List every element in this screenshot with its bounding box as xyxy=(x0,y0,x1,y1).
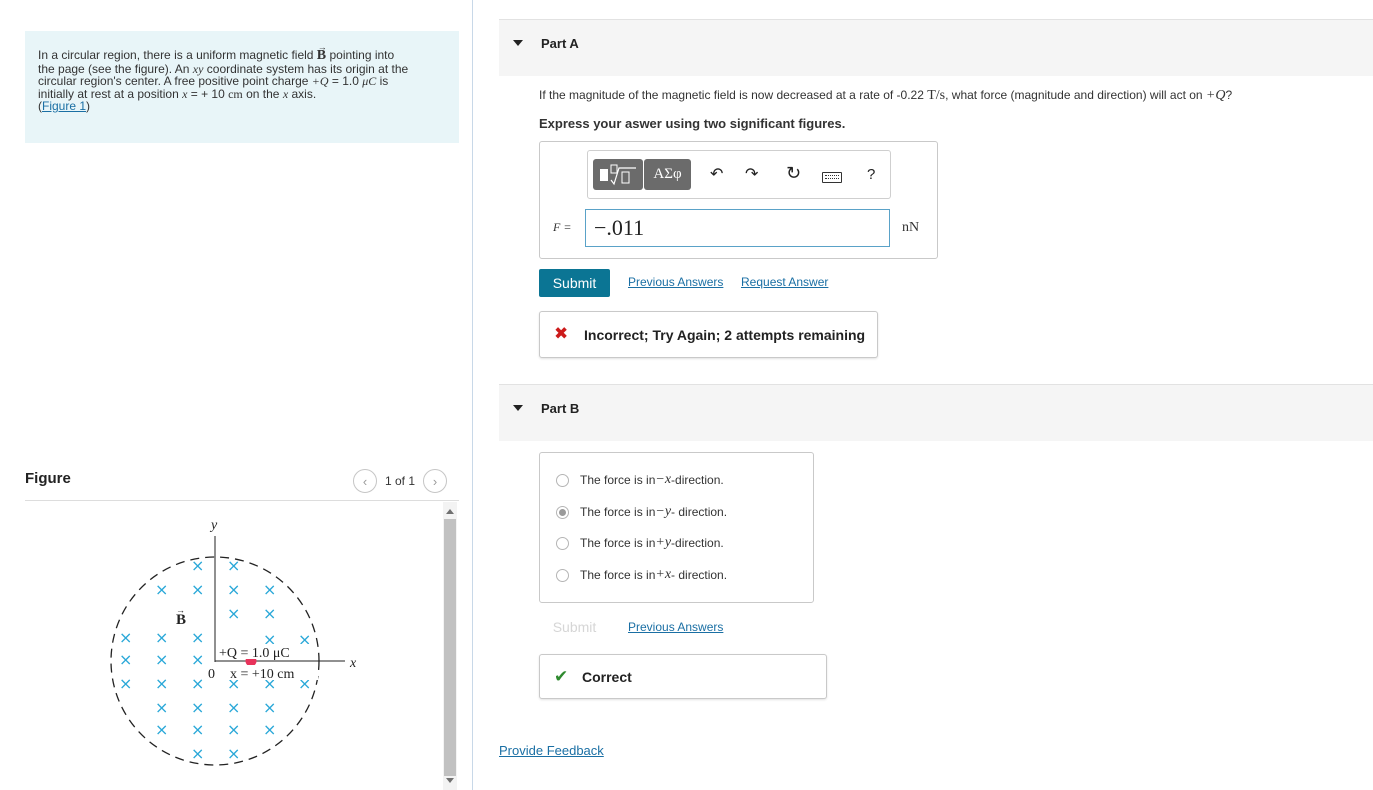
scroll-down-icon[interactable] xyxy=(446,778,454,783)
figure-title: Figure xyxy=(25,470,71,487)
options-list: The force is in −x -direction. The force … xyxy=(539,452,814,603)
position-label: x = +10 cm xyxy=(230,667,295,682)
field-cross-mark: × xyxy=(227,744,240,763)
charge-label: +Q = 1.0 μC xyxy=(219,646,290,661)
checkmark-icon: ✔ xyxy=(554,667,569,686)
field-cross-mark: × xyxy=(191,556,204,575)
answer-input[interactable]: −.011 xyxy=(585,209,890,247)
pager-count: 1 of 1 xyxy=(385,474,416,488)
answer-unit: nN xyxy=(902,220,920,235)
field-cross-mark: × xyxy=(155,720,168,739)
problem-pane: In a circular region, there is a uniform… xyxy=(0,0,472,790)
submit-button-part-a[interactable]: Submit xyxy=(539,269,610,297)
reset-icon[interactable]: ↻ xyxy=(786,163,801,183)
field-cross-mark: × xyxy=(227,698,240,717)
feedback-text: Correct xyxy=(582,669,632,685)
unit-uc: μC xyxy=(362,74,377,88)
option-neg-y[interactable]: The force is in −y - direction. xyxy=(556,503,727,521)
template-button[interactable] xyxy=(593,159,643,190)
field-cross-mark: × xyxy=(155,650,168,669)
field-cross-mark: × xyxy=(191,744,204,763)
template-icon xyxy=(600,164,636,185)
field-cross-mark: × xyxy=(191,580,204,599)
greek-symbols-button[interactable]: ΑΣφ xyxy=(644,159,691,190)
incorrect-feedback: ✖ Incorrect; Try Again; 2 attempts remai… xyxy=(539,311,878,358)
figure-link[interactable]: Figure 1 xyxy=(42,99,86,113)
field-cross-mark: × xyxy=(263,698,276,717)
option-pos-y[interactable]: The force is in +y -direction. xyxy=(556,534,724,552)
radio-button[interactable] xyxy=(556,568,569,582)
close-icon: ✖ xyxy=(554,324,569,343)
figure-image: × × × × × × × × × × × × × × × × × × × × × × × × × × × × × × × × y x 0 B… xyxy=(25,502,440,790)
unit-cm: cm xyxy=(228,86,243,101)
figure-scrollbar[interactable] xyxy=(443,502,457,790)
caret-down-icon[interactable] xyxy=(513,40,523,46)
part-a-title: Part A xyxy=(541,36,579,51)
scroll-up-icon[interactable] xyxy=(446,509,454,514)
scroll-thumb[interactable] xyxy=(444,519,456,776)
field-cross-mark: × xyxy=(191,628,204,647)
field-cross-mark: × xyxy=(191,650,204,669)
field-cross-mark: × xyxy=(191,720,204,739)
problem-intro: In a circular region, there is a uniform… xyxy=(25,31,459,143)
provide-feedback-link[interactable]: Provide Feedback xyxy=(499,743,604,758)
help-button[interactable]: ? xyxy=(867,165,875,185)
pane-divider xyxy=(472,0,473,790)
option-neg-x[interactable]: The force is in −x -direction. xyxy=(556,471,724,489)
field-cross-mark: × xyxy=(263,720,276,739)
figure-pager: ‹ 1 of 1 › xyxy=(353,469,448,493)
field-cross-mark: × xyxy=(155,674,168,693)
previous-answers-link-part-a[interactable]: Previous Answers xyxy=(628,275,723,289)
answer-panel: ΑΣφ ↶ ↷ ↻ ? F = −.011 nN xyxy=(539,141,938,259)
field-cross-mark: × xyxy=(155,698,168,717)
option-pos-x[interactable]: The force is in +x - direction. xyxy=(556,566,727,584)
undo-icon[interactable]: ↶ xyxy=(710,165,723,185)
origin-label: 0 xyxy=(208,667,215,682)
radio-button[interactable] xyxy=(556,473,569,487)
field-cross-mark: × xyxy=(191,674,204,693)
radio-button-selected[interactable] xyxy=(556,505,569,519)
chevron-left-icon[interactable]: ‹ xyxy=(353,469,377,493)
math-toolbar: ΑΣφ ↶ ↷ ↻ ? xyxy=(587,150,891,199)
y-axis-label: y xyxy=(209,518,218,533)
keyboard-icon[interactable] xyxy=(822,172,842,183)
magnetic-field-diagram: × ×× × × ×× ×× × ×× × ×× × × ×× × × ×× × × ×× ×× ×× × y x 0 B… xyxy=(110,518,357,766)
feedback-text: Incorrect; Try Again; 2 attempts remaini… xyxy=(584,327,866,343)
part-b-header[interactable]: Part B xyxy=(499,384,1373,441)
figure-divider xyxy=(25,500,459,501)
field-cross-mark: × xyxy=(119,674,132,693)
field-cross-mark: × xyxy=(227,720,240,739)
chevron-right-icon[interactable]: › xyxy=(423,469,448,493)
caret-down-icon[interactable] xyxy=(513,405,523,411)
field-cross-mark: × xyxy=(155,580,168,599)
submit-button-part-b: Submit xyxy=(539,613,610,641)
answer-label: F = xyxy=(553,220,572,234)
part-a-instruction: Express your aswer using two significant… xyxy=(539,116,846,131)
answer-value: −.011 xyxy=(594,215,645,240)
intro-text: In a circular region, there is a uniform… xyxy=(38,48,317,62)
field-cross-mark: × xyxy=(263,580,276,599)
field-cross-mark: × xyxy=(227,580,240,599)
field-cross-mark: × xyxy=(227,604,240,623)
part-a-header[interactable]: Part A xyxy=(499,19,1373,76)
part-a-question: If the magnitude of the magnetic field i… xyxy=(539,88,1233,103)
field-cross-mark: × xyxy=(119,650,132,669)
b-vector-symbol: B → xyxy=(316,42,327,63)
part-b-title: Part B xyxy=(541,401,580,416)
svg-text:→: → xyxy=(176,605,185,615)
field-cross-mark: × xyxy=(263,604,276,623)
radio-button[interactable] xyxy=(556,536,569,550)
redo-icon[interactable]: ↷ xyxy=(745,165,758,185)
correct-feedback: ✔ Correct xyxy=(539,654,827,699)
previous-answers-link-part-b[interactable]: Previous Answers xyxy=(628,620,723,634)
field-cross-mark: × xyxy=(119,628,132,647)
field-cross-mark: × xyxy=(191,698,204,717)
field-cross-mark: × xyxy=(227,556,240,575)
field-cross-mark: × xyxy=(155,628,168,647)
x-axis-label: x xyxy=(349,656,357,671)
request-answer-link[interactable]: Request Answer xyxy=(741,275,828,289)
